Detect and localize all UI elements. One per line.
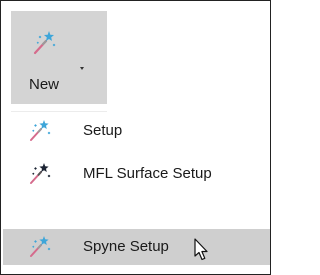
dropdown-panel: New Setup MFL Surface Setup Spyne Setup [0,0,271,275]
chevron-down-icon[interactable] [80,67,84,70]
magic-wand-icon [33,31,56,55]
magic-wand-icon [30,236,51,257]
menu-item-spyne-setup[interactable]: Spyne Setup [3,229,270,265]
menu-item-label: Setup [83,122,123,139]
magic-wand-icon [30,163,51,184]
menu-item-mfl-surface-setup[interactable]: MFL Surface Setup [3,156,270,192]
menu-item-label: MFL Surface Setup [83,165,212,182]
menu-item-setup[interactable]: Setup [3,113,270,149]
menu-item-label: Spyne Setup [83,238,169,255]
separator [11,111,107,112]
new-button-label: New [29,76,60,93]
new-button[interactable]: New [11,11,107,104]
magic-wand-icon [30,120,51,141]
mouse-pointer-icon [194,238,208,261]
